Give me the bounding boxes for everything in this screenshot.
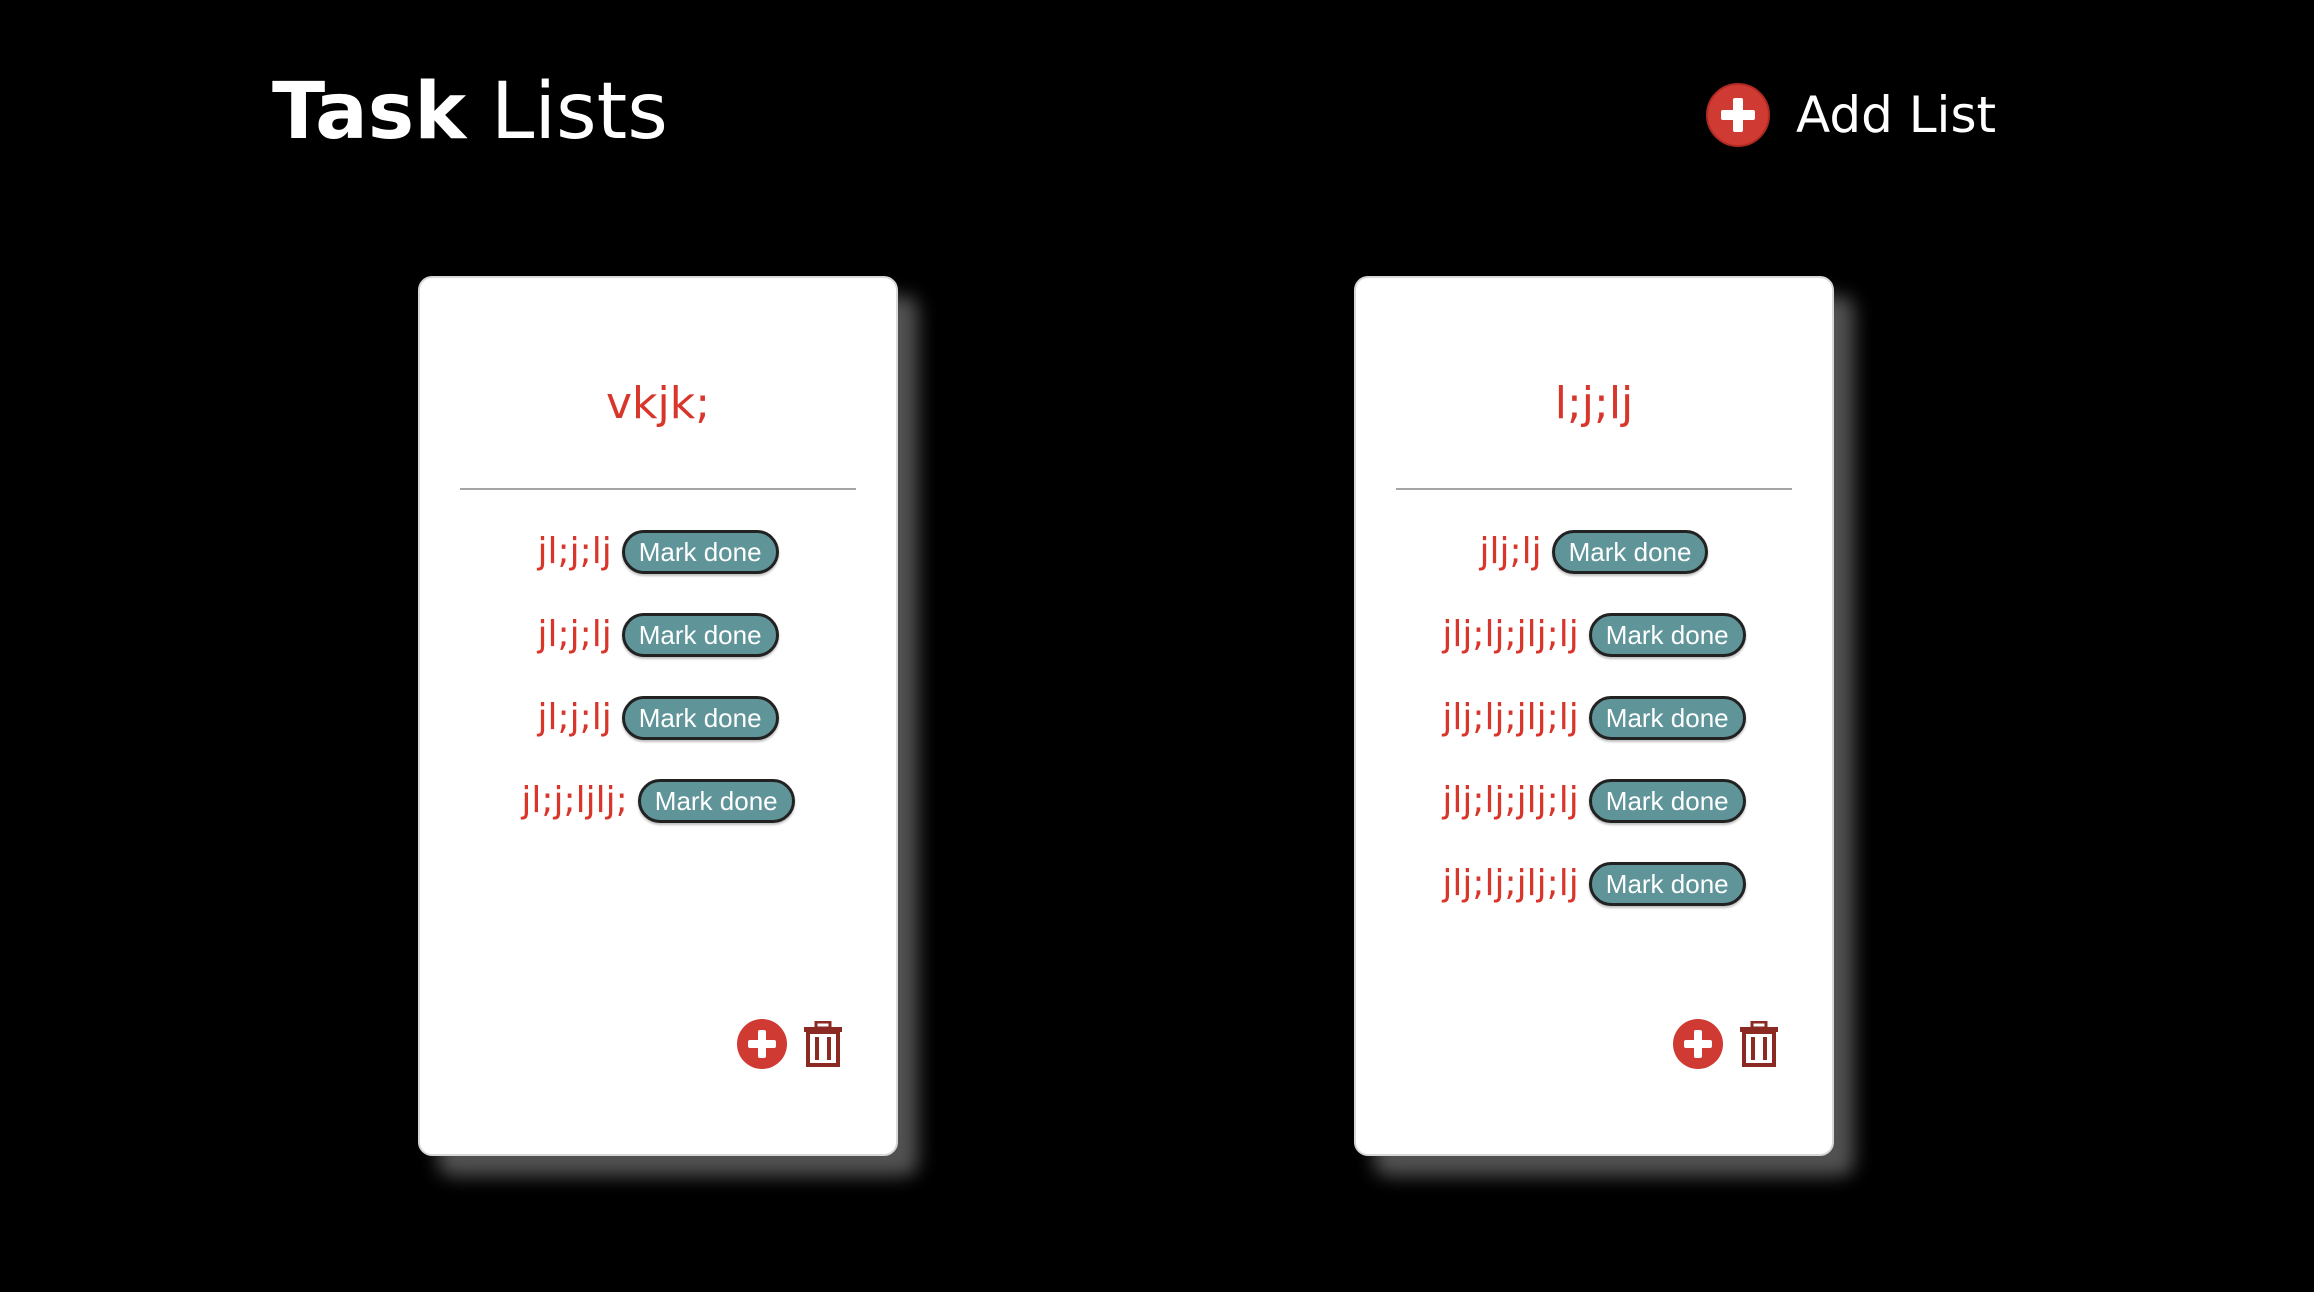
page-title-bold: Task [272,67,467,157]
task-item: jl;j;ljlj; Mark done [420,777,896,860]
mark-done-button[interactable]: Mark done [1588,779,1746,823]
task-text: jl;j;lj [537,614,612,655]
task-text: jlj;lj;jlj;lj [1442,780,1579,821]
task-item: jlj;lj;jlj;lj Mark done [1356,860,1832,943]
task-text: jl;j;lj [537,697,612,738]
task-text: jl;j;lj [537,531,612,572]
task-list: jlj;lj Mark done jlj;lj;jlj;lj Mark done… [1356,528,1832,943]
mark-done-button[interactable]: Mark done [621,613,779,657]
task-list-card: vkjk; jl;j;lj Mark done jl;j;lj Mark don… [418,276,898,1156]
divider [460,488,856,490]
mark-done-button[interactable]: Mark done [1588,862,1746,906]
trash-icon[interactable] [1738,1021,1780,1067]
divider [1396,488,1792,490]
task-item: jlj;lj Mark done [1356,528,1832,611]
mark-done-button[interactable]: Mark done [637,779,795,823]
task-item: jlj;lj;jlj;lj Mark done [1356,777,1832,860]
task-text: jlj;lj [1479,531,1542,572]
trash-icon[interactable] [802,1021,844,1067]
mark-done-button[interactable]: Mark done [1551,530,1709,574]
add-task-plus-icon[interactable] [1672,1018,1724,1070]
task-item: jlj;lj;jlj;lj Mark done [1356,611,1832,694]
task-text: jlj;lj;jlj;lj [1442,697,1579,738]
task-item: jl;j;lj Mark done [420,694,896,777]
mark-done-button[interactable]: Mark done [621,696,779,740]
task-item: jl;j;lj Mark done [420,528,896,611]
page: Task Lists Add List vkjk; jl;j;lj Mark d… [0,0,2314,1292]
list-title: vkjk; [605,378,711,429]
add-list-button[interactable]: Add List [1706,82,1996,148]
mark-done-button[interactable]: Mark done [1588,696,1746,740]
task-list-card: l;j;lj jlj;lj Mark done jlj;lj;jlj;lj Ma… [1354,276,1834,1156]
add-list-label[interactable]: Add List [1796,82,1996,148]
task-list: jl;j;lj Mark done jl;j;lj Mark done jl;j… [420,528,896,860]
task-text: jl;j;ljlj; [521,780,628,821]
task-item: jlj;lj;jlj;lj Mark done [1356,694,1832,777]
card-actions [1672,1018,1780,1070]
mark-done-button[interactable]: Mark done [1588,613,1746,657]
task-item: jl;j;lj Mark done [420,611,896,694]
plus-circle-icon[interactable] [1706,83,1770,147]
page-title-rest: Lists [490,67,668,157]
task-text: jlj;lj;jlj;lj [1442,614,1579,655]
list-title: l;j;lj [1554,378,1634,429]
mark-done-button[interactable]: Mark done [621,530,779,574]
task-text: jlj;lj;jlj;lj [1442,863,1579,904]
add-task-plus-icon[interactable] [736,1018,788,1070]
card-actions [736,1018,844,1070]
page-title: Task Lists [272,62,668,162]
